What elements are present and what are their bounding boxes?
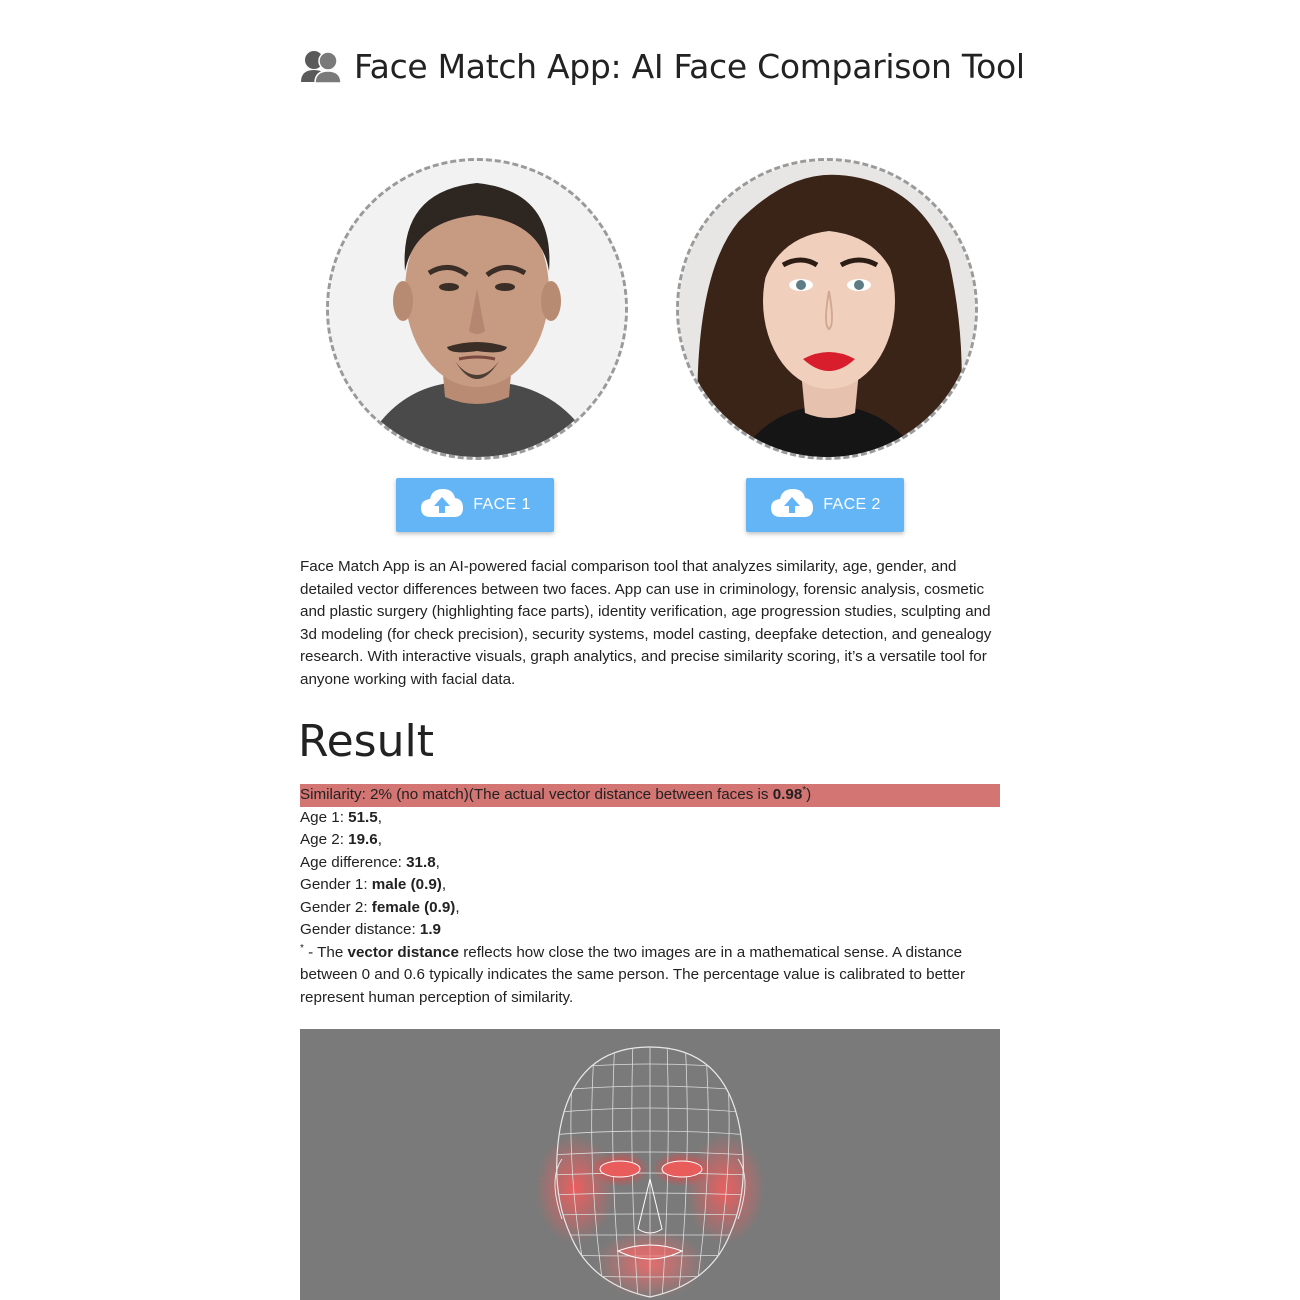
similarity-suffix: ) (806, 786, 812, 803)
gender-1-value: male (0.9) (371, 876, 442, 893)
two-people-icon (300, 46, 342, 86)
result-heading: Result (298, 716, 434, 767)
page-title: Face Match App: AI Face Comparison Tool (300, 46, 1025, 86)
similarity-distance: 0.98 (772, 786, 803, 803)
age-2-label: Age 2: (300, 831, 349, 848)
app-description: Face Match App is an AI-powered facial c… (300, 558, 992, 688)
gender-2-value: female (0.9) (371, 898, 456, 916)
age-2-value: 19.6 (348, 831, 378, 848)
gender-2-row: Gender 2: female (0.9), (300, 897, 1000, 920)
age-1-value: 51.5 (348, 808, 378, 826)
similarity-text: Similarity: 2% (no match)(The actual vec… (300, 786, 773, 803)
face-mesh-visualization (300, 1029, 1000, 1300)
right-eye-mesh (661, 1160, 703, 1178)
gender-distance-row: Gender distance: 1.9 (300, 919, 1000, 942)
gender-distance-value: 1.9 (419, 921, 442, 938)
footnote: * - The vector distance reflects how clo… (300, 942, 1000, 1010)
gender-1-row: Gender 1: male (0.9), (300, 874, 1000, 897)
upload-face-2-button[interactable]: FACE 2 (746, 478, 904, 532)
gender-distance-label: Gender distance: (300, 921, 420, 938)
wireframe-head-mesh (535, 1046, 765, 1299)
age-2-row: Age 2: 19.6, (300, 829, 1000, 852)
comma: , (377, 808, 382, 826)
gender-1-label: Gender 1: (300, 876, 372, 893)
upload-face-1-button[interactable]: FACE 1 (396, 478, 554, 532)
age-1-row: Age 1: 51.5, (300, 807, 1000, 830)
age-difference-label: Age difference: (300, 853, 407, 871)
comma: , (435, 853, 440, 871)
footnote-prefix: - The (303, 943, 348, 961)
age-1-label: Age 1: (300, 808, 349, 826)
age-difference-value: 31.8 (406, 853, 436, 871)
face-2-panel (676, 158, 978, 460)
upload-face-2-label: FACE 2 (823, 496, 881, 513)
comma: , (441, 876, 447, 893)
age-difference-row: Age difference: 31.8, (300, 852, 1000, 875)
upload-face-1-label: FACE 1 (473, 496, 531, 513)
face-1-panel (326, 158, 628, 460)
comma: , (455, 898, 460, 916)
page-title-text: Face Match App: AI Face Comparison Tool (354, 46, 1025, 86)
comma: , (377, 831, 382, 848)
gender-2-label: Gender 2: (300, 898, 372, 916)
footnote-bold: vector distance (347, 943, 459, 961)
results-panel: Similarity: 2% (no match)(The actual vec… (300, 784, 1000, 1009)
face-2-image[interactable] (676, 158, 978, 460)
similarity-bar: Similarity: 2% (no match)(The actual vec… (300, 784, 1000, 807)
left-eye-mesh (599, 1160, 641, 1178)
cloud-upload-icon (419, 487, 465, 524)
cloud-upload-icon (769, 487, 815, 524)
face-1-image[interactable] (326, 158, 628, 460)
